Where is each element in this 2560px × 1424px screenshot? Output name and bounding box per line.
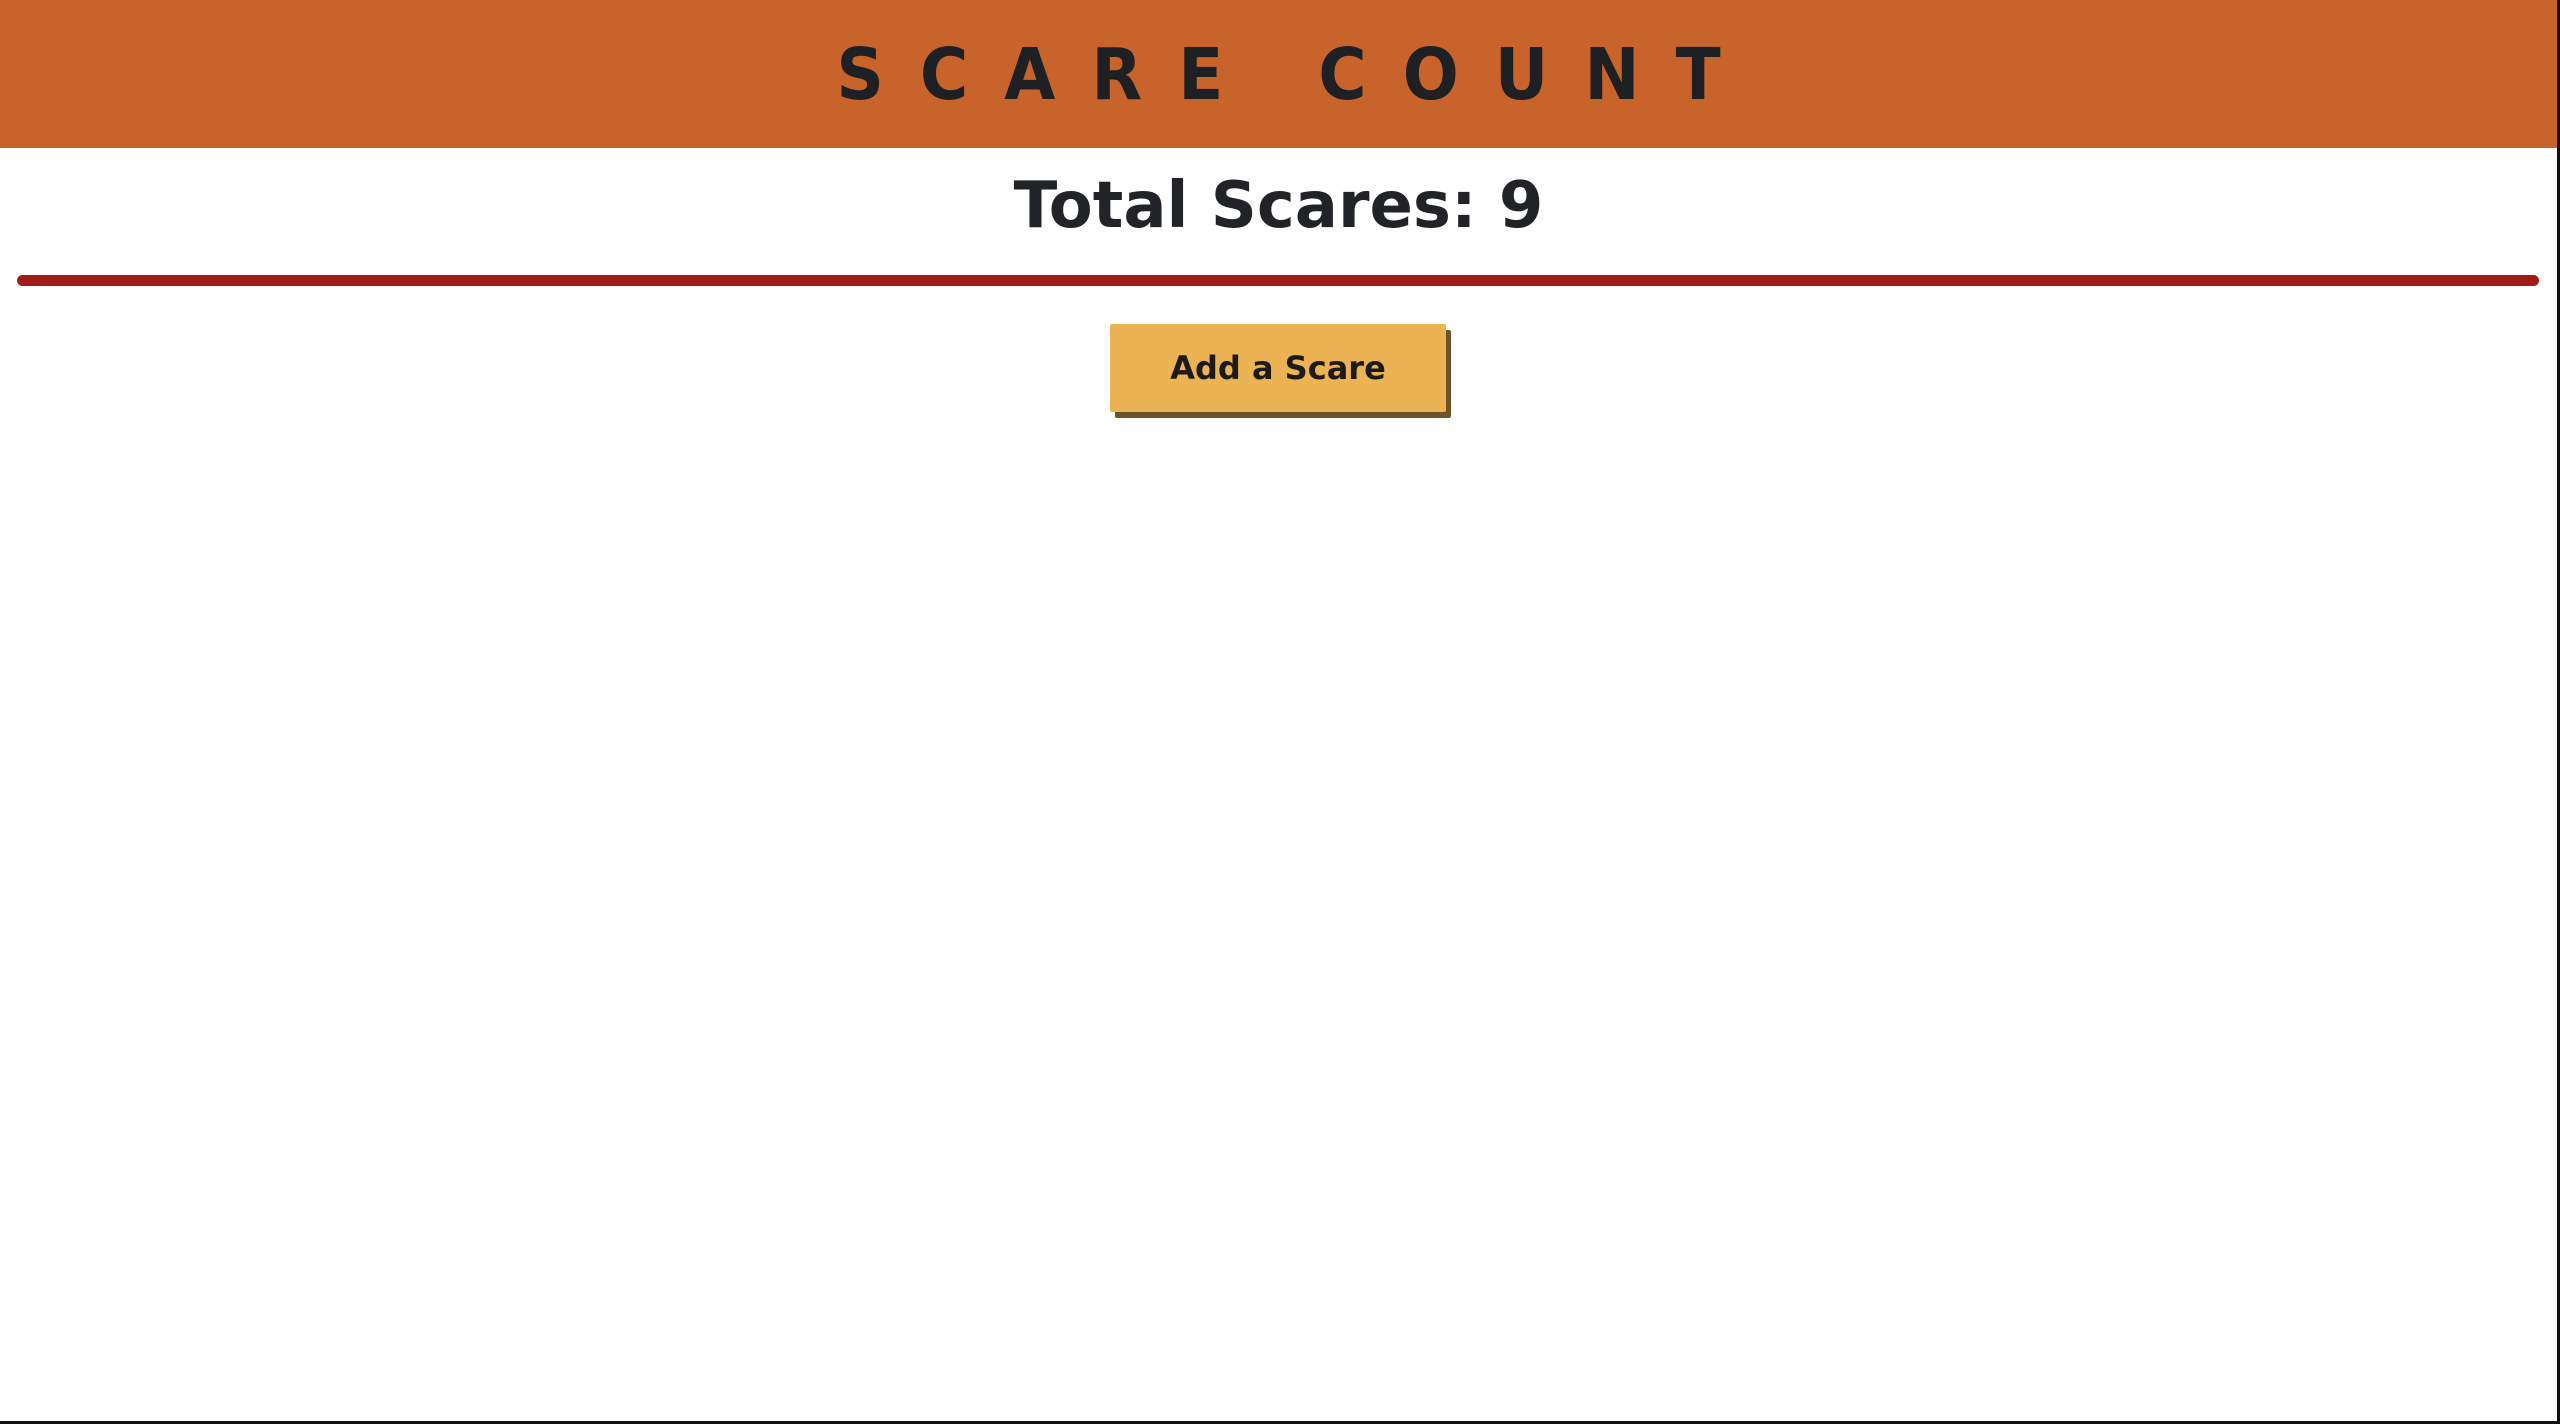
total-scares-heading: Total Scares: 9	[1013, 169, 1544, 243]
add-scare-button[interactable]: Add a Scare	[1110, 324, 1446, 412]
app-header: Scare Count	[0, 0, 2557, 148]
divider	[17, 275, 2539, 286]
app-page: Scare Count Total Scares: 9 Add a Scare	[0, 0, 2560, 1424]
app-title: Scare Count	[836, 32, 1757, 116]
